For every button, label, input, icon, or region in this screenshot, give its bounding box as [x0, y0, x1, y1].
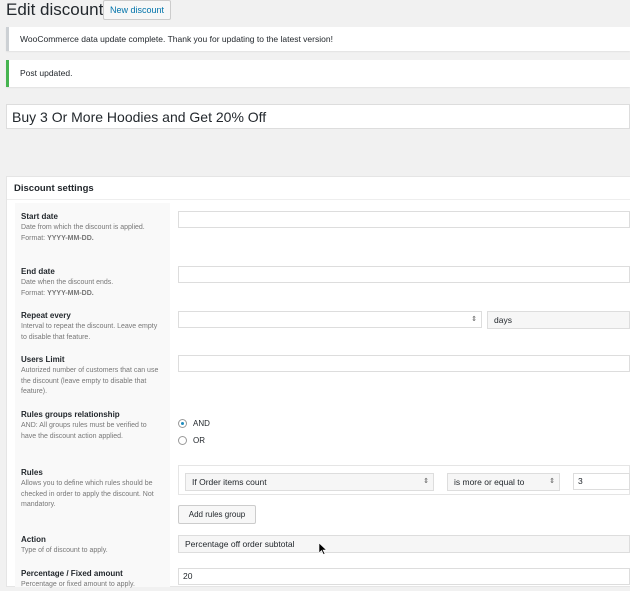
end-date-format-prefix: Format: [21, 289, 48, 297]
amount-input[interactable]: 20 [178, 568, 630, 585]
end-date-format: YYYY-MM-DD. [47, 289, 94, 297]
discount-settings-title: Discount settings [7, 177, 630, 200]
users-limit-input[interactable] [178, 355, 630, 372]
end-date-description: Date when the discount ends. Format: YYY… [21, 278, 161, 299]
rules-description: Allows you to define which rules should … [21, 480, 154, 508]
repeat-unit-select[interactable]: days [487, 311, 630, 329]
amount-label: Percentage / Fixed amount [21, 569, 123, 578]
new-discount-button[interactable]: New discount [103, 0, 172, 20]
start-date-desc-text: Date from which the discount is applied. [21, 224, 145, 231]
rule-operator-select[interactable]: is more or equal to ⇕ [447, 473, 560, 491]
mouse-cursor-icon [319, 543, 328, 555]
rule-condition-value: If Order items count [192, 477, 267, 487]
post-updated-notice: Post updated. [6, 60, 630, 87]
rules-relationship-description: AND: All groups rules must be verified t… [21, 422, 147, 440]
start-date-format-prefix: Format: [21, 234, 48, 242]
and-radio-label: AND [193, 419, 210, 428]
stepper-arrows-icon[interactable]: ⇕ [471, 312, 477, 328]
and-radio[interactable] [178, 419, 187, 428]
start-date-input[interactable] [178, 211, 630, 228]
action-description: Type of of discount to apply. [21, 547, 108, 554]
start-date-format: YYYY-MM-DD. [47, 234, 94, 242]
users-limit-label: Users Limit [21, 355, 65, 364]
rule-operator-value: is more or equal to [454, 477, 525, 487]
action-select[interactable]: Percentage off order subtotal [178, 535, 630, 553]
post-title-input[interactable]: Buy 3 Or More Hoodies and Get 20% Off [6, 104, 630, 129]
repeat-every-label: Repeat every [21, 311, 71, 320]
rules-relationship-label: Rules groups relationship [21, 410, 120, 419]
add-rules-group-button[interactable]: Add rules group [178, 505, 256, 524]
rule-value-input[interactable]: 3 [573, 473, 630, 490]
start-date-description: Date from which the discount is applied.… [21, 223, 161, 244]
end-date-label: End date [21, 267, 55, 276]
page-title: Edit discount [6, 0, 104, 19]
end-date-desc-text: Date when the discount ends. [21, 279, 114, 286]
update-notice: WooCommerce data update complete. Thank … [6, 27, 630, 51]
end-date-input[interactable] [178, 266, 630, 283]
select-arrows-icon: ⇕ [549, 478, 555, 485]
users-limit-description: Autorized number of customers that can u… [21, 367, 159, 395]
repeat-every-input[interactable]: ⇕ [178, 311, 482, 328]
start-date-label: Start date [21, 212, 58, 221]
rule-condition-select[interactable]: If Order items count ⇕ [185, 473, 434, 491]
repeat-every-description: Interval to repeat the discount. Leave e… [21, 323, 158, 341]
or-radio-label: OR [193, 436, 205, 445]
amount-description: Percentage or fixed amount to apply. [21, 581, 135, 588]
or-radio[interactable] [178, 436, 187, 445]
rules-label: Rules [21, 468, 43, 477]
select-arrows-icon: ⇕ [423, 478, 429, 485]
action-label: Action [21, 535, 46, 544]
